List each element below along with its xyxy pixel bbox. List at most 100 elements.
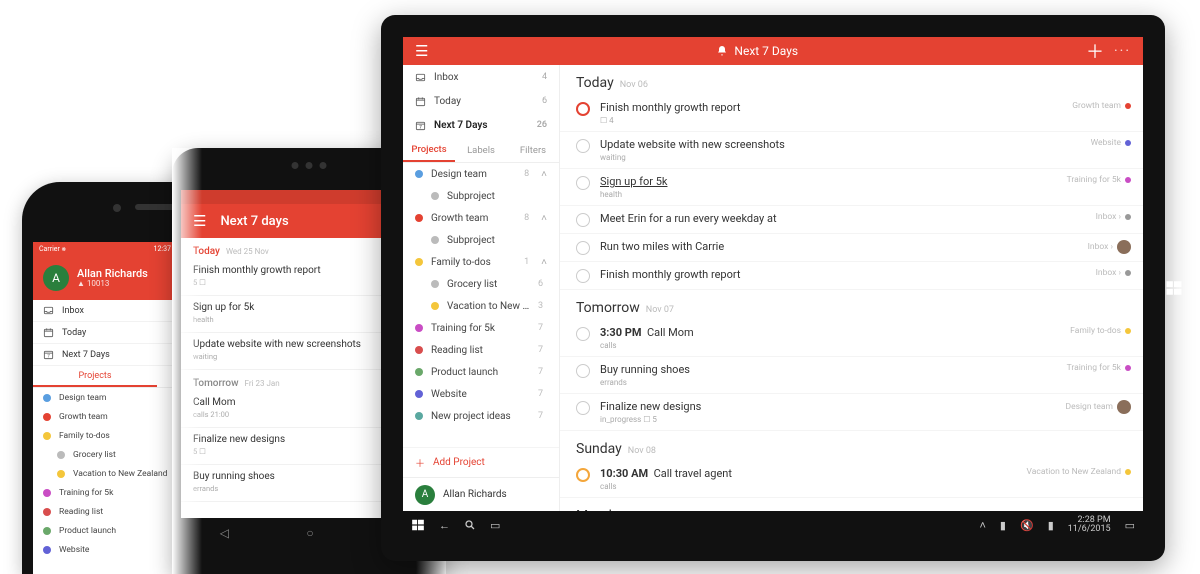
chevron-up-icon[interactable]: ˄ [541, 257, 547, 268]
tray-wifi-icon[interactable]: ▮ [1000, 519, 1006, 532]
search-icon[interactable] [464, 519, 476, 531]
task-title: Sign up for 5k [600, 175, 667, 188]
tab-labels[interactable]: Labels [455, 139, 507, 162]
task-item[interactable]: 3:30 PM Call Mom calls Family to-dos [560, 320, 1143, 357]
task-item[interactable]: Finish monthly growth report Inbox › [560, 262, 1143, 290]
task-checkbox[interactable] [576, 102, 590, 116]
count: 4 [542, 72, 547, 82]
section-date: Nov 08 [628, 446, 656, 456]
project-item[interactable]: Training for 5k 7 [403, 317, 559, 339]
notif-icon[interactable]: ▭ [1125, 519, 1135, 532]
section-date: Fri 23 Jan [245, 379, 280, 388]
avatar: A [415, 485, 435, 505]
task-checkbox[interactable] [576, 364, 590, 378]
task-checkbox[interactable] [576, 139, 590, 153]
sidebar-user[interactable]: A Allan Richards [403, 477, 559, 511]
task-item[interactable]: Run two miles with Carrie Inbox › [560, 234, 1143, 262]
project-count: 7 [538, 345, 543, 355]
sidebar-item-today[interactable]: Today 6 [403, 89, 559, 113]
windows-button-icon[interactable] [1165, 279, 1183, 297]
taskview-icon[interactable]: ▭ [490, 519, 500, 532]
project-item[interactable]: Product launch 7 [403, 361, 559, 383]
tray-vol-icon[interactable]: 🔇 [1020, 519, 1034, 532]
task-checkbox[interactable] [576, 401, 590, 415]
back-icon[interactable]: ◁ [220, 526, 229, 540]
project-color-dot [1125, 177, 1131, 183]
chevron-up-icon[interactable]: ˄ [541, 169, 547, 180]
project-color-dot [415, 346, 423, 354]
project-color-dot [57, 470, 65, 478]
section-header: Today Nov 06 [560, 65, 1143, 95]
task-item[interactable]: 10:30 AM Call travel agent calls Vacatio… [560, 461, 1143, 498]
project-color-dot [1125, 469, 1131, 475]
task-meta: in_progress ☐ 5 [600, 415, 701, 424]
project-item[interactable]: Subproject [403, 229, 559, 251]
hamburger-icon[interactable]: ☰ [415, 42, 428, 60]
plus-icon[interactable]: ＋ [1086, 38, 1104, 64]
home-icon[interactable]: ○ [306, 526, 313, 540]
task-item[interactable]: Finish monthly growth report ☐ 4 Growth … [560, 95, 1143, 132]
task-item[interactable]: Finalize new designs in_progress ☐ 5 Des… [560, 394, 1143, 431]
project-color-dot [1125, 140, 1131, 146]
project-count: 7 [538, 389, 543, 399]
project-label: Subproject [447, 235, 535, 246]
task-checkbox[interactable] [576, 176, 590, 190]
section-name: Tomorrow [576, 300, 640, 316]
tab-projects[interactable]: Projects [33, 366, 157, 387]
task-item[interactable]: Buy running shoes errands Training for 5… [560, 357, 1143, 394]
hamburger-icon[interactable]: ☰ [193, 212, 206, 230]
task-project-tag: Inbox › [1096, 268, 1131, 278]
project-label: Reading list [431, 345, 530, 356]
iphone-camera [113, 204, 121, 212]
project-count: 7 [538, 367, 543, 377]
project-item[interactable]: Reading list 7 [403, 339, 559, 361]
task-checkbox[interactable] [576, 241, 590, 255]
section-header: Tomorrow Nov 07 [560, 290, 1143, 320]
cal7-icon: 7 [43, 349, 54, 360]
project-item[interactable]: Growth team 8 ˄ [403, 207, 559, 229]
project-item[interactable]: Grocery list 6 [403, 273, 559, 295]
task-checkbox[interactable] [576, 213, 590, 227]
tray-batt-icon[interactable]: ▮ [1048, 519, 1054, 532]
chevron-up-icon[interactable]: ˄ [541, 213, 547, 224]
taskbar-clock[interactable]: 2:28 PM 11/6/2015 [1068, 516, 1111, 534]
bell-icon[interactable] [716, 45, 728, 57]
avatar[interactable]: A [43, 265, 69, 291]
task-project-tag: Inbox › [1088, 240, 1131, 254]
project-item[interactable]: Design team 8 ˄ [403, 163, 559, 185]
task-checkbox[interactable] [576, 269, 590, 283]
tray-up-icon[interactable]: ˄ [979, 519, 985, 532]
project-item[interactable]: Vacation to New Zealand 3 [403, 295, 559, 317]
task-checkbox[interactable] [576, 327, 590, 341]
task-item[interactable]: Sign up for 5k health Training for 5k [560, 169, 1143, 206]
sidebar-tabs: ProjectsLabelsFilters [403, 139, 559, 163]
tab-filters[interactable]: Filters [507, 139, 559, 162]
project-item[interactable]: Subproject [403, 185, 559, 207]
more-icon[interactable]: ··· [1114, 43, 1131, 59]
tab-projects[interactable]: Projects [403, 139, 455, 162]
add-project-button[interactable]: ＋ Add Project [403, 447, 559, 477]
project-item[interactable]: New project ideas 7 [403, 405, 559, 427]
back-icon[interactable]: ← [439, 519, 450, 532]
task-item[interactable]: Update website with new screenshots wait… [560, 132, 1143, 169]
task-title: Buy running shoes [600, 363, 690, 376]
windows-taskbar: ← ▭ ˄ ▮ 🔇 ▮ 2:28 PM 11/6/2015 ▭ [403, 511, 1143, 539]
project-label: New project ideas [431, 411, 530, 422]
project-label: Subproject [447, 191, 535, 202]
tablet-device: ☰ Next 7 Days ＋ ··· Inbox 4 Today 6 7 Ne… [381, 15, 1165, 561]
task-checkbox[interactable] [576, 468, 590, 482]
section-date: Nov 06 [620, 80, 648, 90]
project-color-dot [1125, 103, 1131, 109]
sidebar-item-inbox[interactable]: Inbox 4 [403, 65, 559, 89]
start-icon[interactable] [411, 518, 425, 532]
task-title: Run two miles with Carrie [600, 240, 724, 253]
project-color-dot [57, 451, 65, 459]
sidebar-item-next 7 days[interactable]: 7 Next 7 Days 26 [403, 113, 559, 137]
project-item[interactable]: Website 7 [403, 383, 559, 405]
sidebar-projects: Design team 8 ˄ Subproject Growth team 8… [403, 163, 559, 447]
project-color-dot [415, 368, 423, 376]
project-item[interactable]: Family to-dos 1 ˄ [403, 251, 559, 273]
task-item[interactable]: Meet Erin for a run every weekday at Inb… [560, 206, 1143, 234]
task-title: Finish monthly growth report [600, 268, 740, 281]
add-project-label: Add Project [433, 457, 485, 468]
